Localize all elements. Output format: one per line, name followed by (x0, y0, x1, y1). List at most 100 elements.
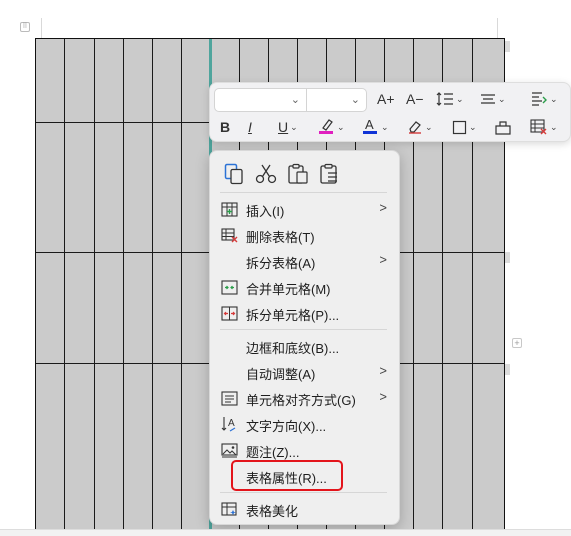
line-spacing-icon (436, 92, 453, 106)
svg-text:A: A (228, 418, 235, 429)
menu-separator (220, 329, 387, 330)
align-icon (481, 94, 495, 104)
chevron-down-icon: ⌄ (350, 94, 360, 106)
table-column-line (181, 39, 182, 535)
paint-bucket-icon (495, 121, 511, 135)
font-size-select[interactable]: ⌄ (307, 88, 367, 112)
scissors-icon (255, 164, 277, 184)
chevron-down-icon: ⌄ (550, 93, 558, 104)
row-resize-handle[interactable] (505, 252, 510, 263)
menu-item-borders-shading[interactable]: 边框和底纹(B)... (210, 333, 399, 359)
page-margin-left (41, 18, 42, 38)
highlight-annotation-box (231, 460, 343, 491)
menu-item-label: 删除表格(T) (246, 230, 315, 245)
paste-special-button[interactable] (314, 161, 346, 187)
table-column-line (94, 39, 95, 535)
italic-icon: I (248, 119, 252, 135)
menu-item-label: 合并单元格(M) (246, 282, 331, 297)
copy-icon (224, 163, 243, 185)
paste-button[interactable] (282, 161, 314, 187)
split-cells-icon (220, 305, 238, 321)
chevron-down-icon: ⌄ (456, 93, 464, 104)
table-column-line (64, 39, 65, 535)
page-margin-right (497, 18, 498, 38)
submenu-arrow-icon: > (379, 363, 387, 378)
submenu-arrow-icon: > (379, 252, 387, 267)
align-button[interactable]: ⌄ (480, 87, 506, 111)
clear-format-button[interactable]: ⌄ (407, 115, 433, 139)
add-row-button[interactable]: + (512, 338, 522, 348)
merge-cells-icon (220, 279, 238, 295)
chevron-down-icon: ⌄ (498, 93, 506, 104)
menu-item-label: 单元格对齐方式(G) (246, 393, 356, 408)
menu-item-merge-cells[interactable]: 合并单元格(M) (210, 274, 399, 300)
menu-item-insert[interactable]: 插入(I) > (210, 196, 399, 222)
status-bar (0, 529, 571, 536)
paragraph-style-button[interactable]: ⌄ (530, 87, 558, 111)
menu-item-label: 题注(Z)... (246, 445, 300, 460)
highlight-button[interactable]: ⌄ (319, 115, 345, 139)
menu-item-split-table[interactable]: 拆分表格(A) > (210, 248, 399, 274)
paragraph-style-icon (532, 92, 547, 106)
paste-icon (288, 163, 308, 184)
submenu-arrow-icon: > (379, 389, 387, 404)
grow-font-icon: A+ (377, 91, 395, 107)
toolbar-row-1: ⌄ ⌄ A+ A− ⌄ ⌄ ⌄ (210, 85, 570, 113)
menu-item-text-direction[interactable]: A 文字方向(X)... (210, 411, 399, 437)
row-resize-handle[interactable] (505, 364, 510, 375)
menu-item-label: 拆分表格(A) (246, 256, 316, 271)
eraser-icon (409, 121, 421, 134)
table-delete-button[interactable]: ⌄ (530, 115, 558, 139)
menu-item-label: 文字方向(X)... (246, 419, 327, 434)
menu-separator (220, 192, 387, 193)
italic-button[interactable]: I (248, 115, 252, 139)
page-corner-mark: ⠿ (20, 22, 30, 32)
cell-align-icon (220, 390, 238, 406)
highlighter-icon (319, 117, 335, 137)
cut-button[interactable] (250, 161, 282, 187)
table-delete-icon (220, 227, 238, 243)
text-direction-icon: A (220, 416, 238, 432)
line-spacing-button[interactable]: ⌄ (436, 87, 464, 111)
font-color-icon: A (363, 117, 379, 137)
chevron-down-icon: ⌄ (381, 121, 389, 132)
font-name-select[interactable]: ⌄ (214, 88, 307, 112)
row-resize-handle[interactable] (505, 41, 510, 52)
chevron-down-icon: ⌄ (425, 121, 433, 132)
table-delete-icon (530, 119, 547, 135)
floating-toolbar: ⌄ ⌄ A+ A− ⌄ ⌄ ⌄ B I U ⌄ ⌄ A ⌄ ⌄ ⌄ ⌄ (209, 82, 571, 142)
grow-font-button[interactable]: A+ (377, 87, 395, 111)
caption-icon (220, 442, 238, 458)
table-insert-icon (220, 201, 238, 217)
menu-item-label: 拆分单元格(P)... (246, 308, 340, 323)
underline-button[interactable]: U ⌄ (278, 115, 298, 139)
shrink-font-icon: A− (406, 91, 424, 107)
menu-item-label: 边框和底纹(B)... (246, 341, 340, 356)
chevron-down-icon: ⌄ (550, 121, 558, 132)
border-icon (452, 120, 467, 134)
copy-button[interactable] (218, 161, 250, 187)
menu-item-label: 插入(I) (246, 204, 285, 219)
menu-item-table-beautify[interactable]: 表格美化 (210, 496, 399, 522)
menu-item-autofit[interactable]: 自动调整(A) > (210, 359, 399, 385)
bold-button[interactable]: B (220, 115, 230, 139)
font-color-button[interactable]: A ⌄ (363, 115, 389, 139)
menu-separator (220, 492, 387, 493)
chevron-down-icon: ⌄ (290, 94, 300, 106)
table-beautify-icon (220, 501, 238, 517)
toolbar-row-2: B I U ⌄ ⌄ A ⌄ ⌄ ⌄ ⌄ (210, 113, 570, 141)
chevron-down-icon: ⌄ (337, 121, 345, 132)
table-column-line (123, 39, 124, 535)
underline-icon: U (278, 119, 289, 135)
menu-item-label: 表格美化 (246, 504, 299, 519)
bold-icon: B (220, 119, 231, 135)
menu-item-delete-table[interactable]: 删除表格(T) (210, 222, 399, 248)
submenu-arrow-icon: > (379, 200, 387, 215)
border-button[interactable]: ⌄ (452, 115, 477, 139)
menu-item-cell-alignment[interactable]: 单元格对齐方式(G) > (210, 385, 399, 411)
fill-color-button[interactable] (494, 115, 512, 139)
chevron-down-icon: ⌄ (469, 121, 477, 132)
chevron-down-icon: ⌄ (290, 121, 298, 132)
shrink-font-button[interactable]: A− (406, 87, 424, 111)
menu-item-split-cells[interactable]: 拆分单元格(P)... (210, 300, 399, 326)
